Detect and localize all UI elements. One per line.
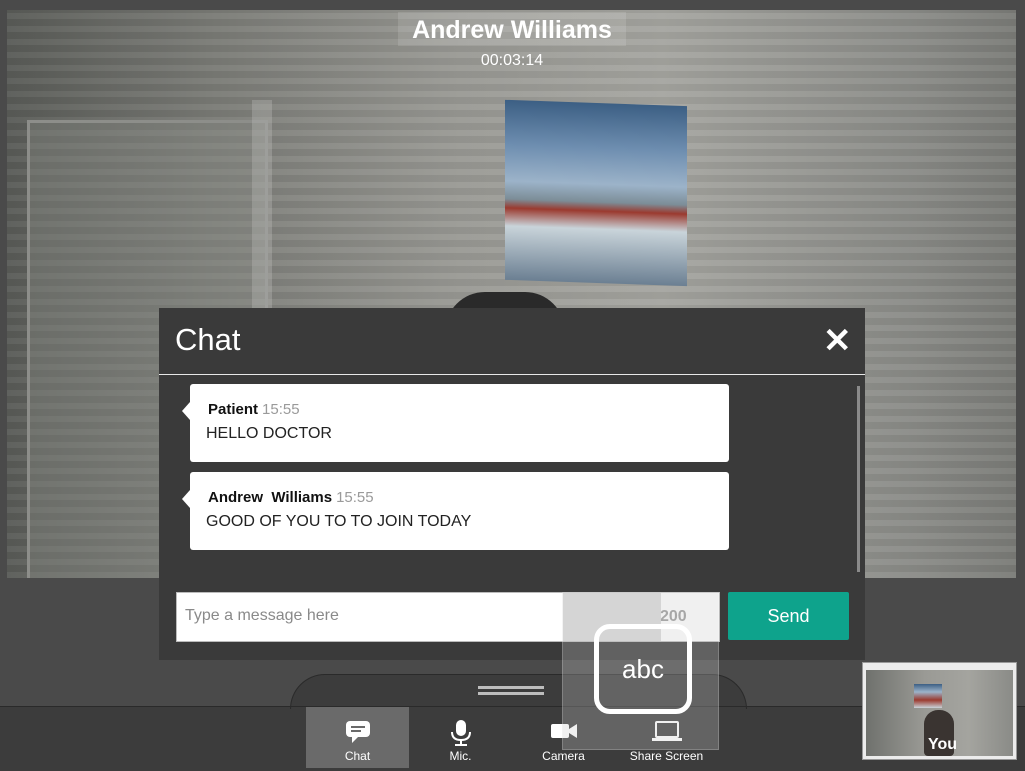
background-painting — [505, 99, 687, 287]
call-timer: 00:03:14 — [480, 52, 544, 69]
self-view-feed: You — [866, 670, 1013, 756]
toolbar-camera-label: Camera — [542, 749, 585, 763]
toolbar-mic-button[interactable]: Mic. — [409, 707, 512, 768]
message-sender: Andrew Williams — [208, 489, 333, 506]
message-sender-line: Andrew Williams 15:55 — [208, 489, 374, 506]
toolbar-chat-label: Chat — [344, 749, 371, 763]
message-text: GOOD OF YOU TO TO JOIN TODAY — [206, 513, 472, 530]
chat-scrollbar[interactable] — [857, 386, 860, 572]
self-view-label: You — [928, 736, 958, 753]
message-sender-line: Patient 15:55 — [208, 401, 300, 418]
send-button[interactable]: Send — [728, 592, 849, 640]
message-sender: Patient — [208, 401, 259, 418]
self-view[interactable]: You — [862, 662, 1017, 760]
message-time: 15:55 — [336, 489, 374, 506]
keyboard-toggle-icon[interactable]: abc — [594, 624, 692, 714]
caller-name: Andrew Williams — [398, 12, 626, 46]
keyboard-label: abc — [622, 654, 664, 684]
toolbar-mic-label: Mic. — [449, 749, 472, 763]
message-text: HELLO DOCTOR — [206, 425, 332, 442]
chat-title: Chat — [175, 322, 241, 357]
chat-message: Andrew Williams 15:55 GOOD OF YOU TO TO J… — [182, 472, 729, 550]
chat-dialog: Chat ✕ Patient 15:55 HELLO DOCTOR Andrew … — [159, 308, 865, 660]
chat-bubble-icon — [306, 719, 409, 747]
toolbar-drag-handle[interactable] — [478, 686, 544, 689]
toolbar-chat-button[interactable]: Chat — [306, 707, 409, 768]
close-icon[interactable]: ✕ — [823, 324, 852, 358]
microphone-icon — [409, 719, 512, 747]
message-time: 15:55 — [262, 401, 300, 418]
chat-message: Patient 15:55 HELLO DOCTOR — [182, 384, 729, 462]
chat-divider — [159, 374, 865, 375]
message-input[interactable] — [177, 593, 577, 639]
self-view-painting — [914, 684, 942, 708]
toolbar-share-screen-label: Share Screen — [629, 749, 704, 763]
